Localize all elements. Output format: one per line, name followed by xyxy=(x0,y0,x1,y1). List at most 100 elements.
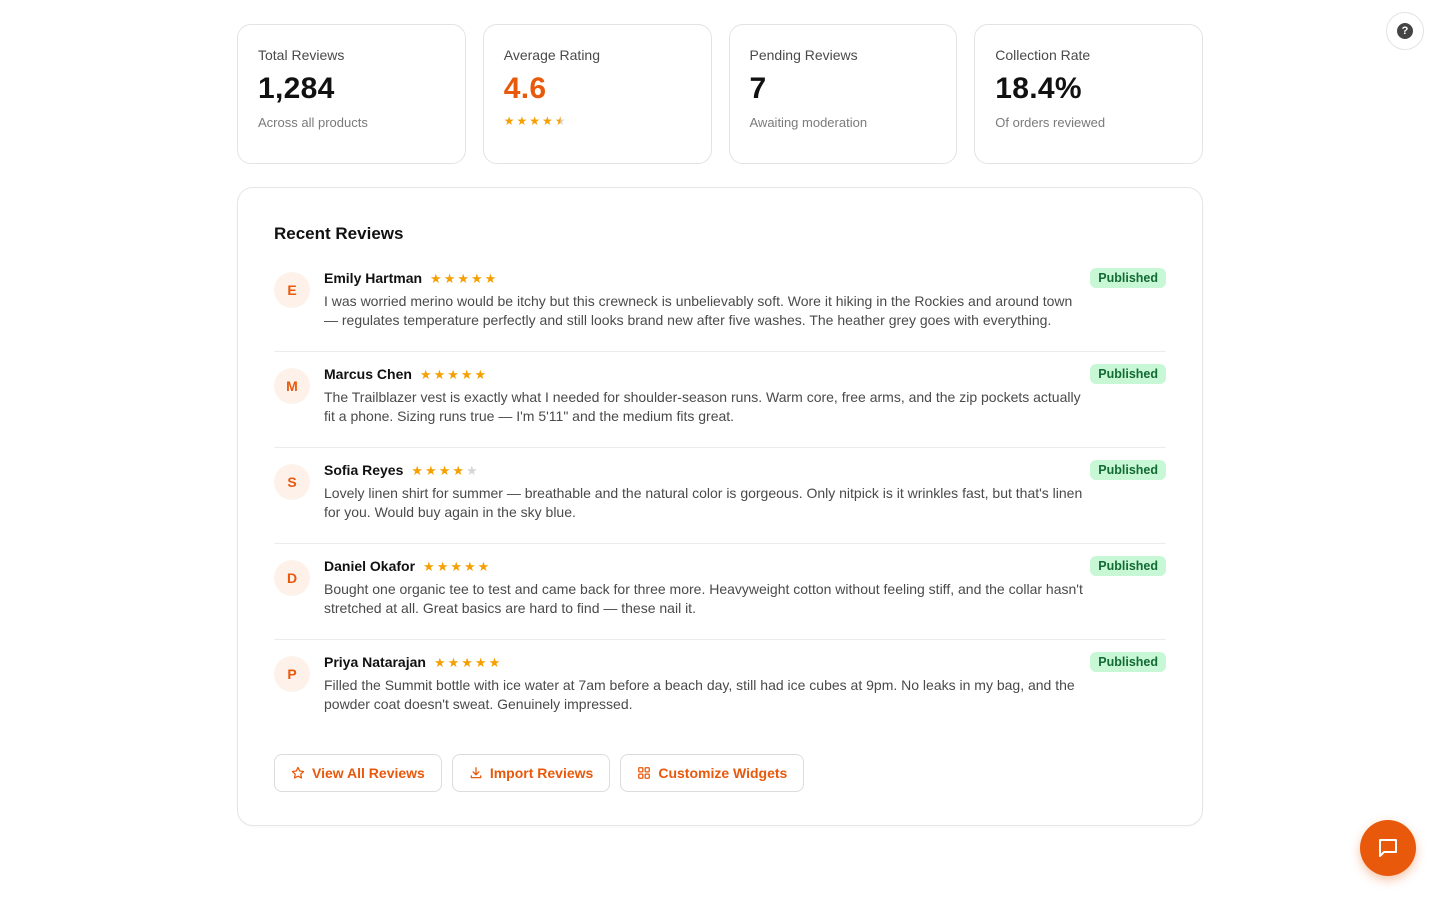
import-reviews-button[interactable]: Import Reviews xyxy=(451,754,611,792)
stat-card-average-rating: Average Rating 4.6 ★ ★ ★ ★ ★ xyxy=(482,24,712,164)
review-item: P Priya Natarajan ★ ★ ★ ★ ★ Filled the Summi… xyxy=(274,640,1166,736)
stat-sub: Awaiting moderation xyxy=(749,115,868,130)
star-icon: ★ xyxy=(430,270,442,286)
download-icon xyxy=(470,767,482,779)
stat-value: 18.4% xyxy=(995,72,1082,105)
stat-label: Collection Rate xyxy=(995,47,1091,63)
star-icon: ★ xyxy=(554,114,566,128)
button-label: View All Reviews xyxy=(312,765,425,781)
review-text: Lovely linen shirt for summer — breathab… xyxy=(324,485,1083,520)
help-circle-icon: ? xyxy=(1397,23,1413,39)
star-icon: ★ xyxy=(474,654,487,670)
stats-row: Total Reviews 1,284 Across all products … xyxy=(237,24,1203,164)
review-stars: ★ ★ ★ ★ ★ xyxy=(434,656,500,669)
stat-value: 7 xyxy=(749,72,767,105)
button-label: Customize Widgets xyxy=(658,765,788,781)
review-item: S Sofia Reyes ★ ★ ★ ★ ★ Lovely linen shirt f… xyxy=(274,448,1166,544)
review-body: Emily Hartman ★ ★ ★ ★ ★ I was worried merino… xyxy=(324,268,1084,333)
status-badge: Published xyxy=(1090,652,1166,672)
star-icon: ★ xyxy=(466,462,478,478)
star-icon: ★ xyxy=(484,270,497,286)
stat-card-total-reviews: Total Reviews 1,284 Across all products xyxy=(237,24,466,164)
star-icon: ★ xyxy=(529,114,541,128)
status-badge: Published xyxy=(1090,460,1166,480)
reviewer-name: Sofia Reyes xyxy=(324,462,404,478)
chat-button[interactable] xyxy=(1360,820,1416,876)
stat-value: 1,284 xyxy=(258,72,335,105)
avatar: M xyxy=(274,368,310,404)
review-body: Daniel Okafor ★ ★ ★ ★ ★ Bought one organic t… xyxy=(324,556,1084,621)
star-icon: ★ xyxy=(542,114,553,128)
stat-value: 4.6 xyxy=(503,72,547,105)
review-text: The Trailblazer vest is exactly what I n… xyxy=(324,389,1081,424)
avatar: E xyxy=(274,272,310,308)
rating-stars: ★ ★ ★ ★ ★ xyxy=(504,115,691,127)
review-body: Sofia Reyes ★ ★ ★ ★ ★ Lovely linen shirt for… xyxy=(324,460,1084,525)
view-all-reviews-button[interactable]: View All Reviews xyxy=(274,754,442,792)
stat-sub: Across all products xyxy=(258,115,368,130)
review-text: I was worried merino would be itchy but … xyxy=(324,293,1073,328)
reviewer-name: Daniel Okafor xyxy=(324,558,416,574)
star-icon: ★ xyxy=(433,654,446,670)
star-icon: ★ xyxy=(447,366,459,382)
star-icon: ★ xyxy=(488,654,501,670)
stat-card-collection-rate: Collection Rate 18.4% Of orders reviewed xyxy=(974,24,1203,164)
stat-label: Pending Reviews xyxy=(749,47,858,63)
star-icon: ★ xyxy=(503,114,515,128)
review-stars: ★ ★ ★ ★ ★ xyxy=(430,272,496,285)
stat-sub: Of orders reviewed xyxy=(995,115,1106,130)
review-stars: ★ ★ ★ ★ ★ xyxy=(411,464,477,477)
star-icon: ★ xyxy=(425,462,437,478)
stat-label: Average Rating xyxy=(503,47,600,63)
star-icon: ★ xyxy=(474,366,487,382)
review-body: Priya Natarajan ★ ★ ★ ★ ★ Filled the Summit … xyxy=(324,652,1084,718)
review-stars: ★ ★ ★ ★ ★ xyxy=(423,560,489,573)
review-text: Filled the Summit bottle with ice water … xyxy=(324,677,1075,712)
star-icon: ★ xyxy=(452,462,464,478)
star-icon: ★ xyxy=(516,114,528,128)
help-button[interactable]: ? xyxy=(1386,12,1424,50)
star-icon: ★ xyxy=(411,462,424,478)
review-item: E Emily Hartman ★ ★ ★ ★ ★ I was worried meri… xyxy=(274,268,1166,352)
avatar: D xyxy=(274,560,310,596)
review-header: Daniel Okafor ★ ★ ★ ★ ★ xyxy=(324,556,1084,576)
review-header: Priya Natarajan ★ ★ ★ ★ ★ xyxy=(324,652,1084,672)
star-icon: ★ xyxy=(471,270,483,286)
review-header: Sofia Reyes ★ ★ ★ ★ ★ xyxy=(324,460,1084,480)
stat-label: Total Reviews xyxy=(258,47,345,63)
reviewer-name: Emily Hartman xyxy=(324,270,423,286)
review-stars: ★ ★ ★ ★ ★ xyxy=(420,368,486,381)
star-icon: ★ xyxy=(447,654,460,670)
review-list: E Emily Hartman ★ ★ ★ ★ ★ I was worried meri… xyxy=(274,268,1166,736)
star-icon: ★ xyxy=(443,270,456,286)
star-icon: ★ xyxy=(461,654,473,670)
star-icon: ★ xyxy=(464,558,476,574)
star-icon: ★ xyxy=(477,558,490,574)
reviewer-name: Priya Natarajan xyxy=(324,654,426,670)
star-icon: ★ xyxy=(423,558,435,574)
star-icon: ★ xyxy=(457,270,470,286)
star-icon: ★ xyxy=(433,366,446,382)
recent-reviews-panel: Recent Reviews E Emily Hartman ★ ★ ★ ★ ★ I w… xyxy=(237,187,1203,826)
customize-widgets-button[interactable]: Customize Widgets xyxy=(620,754,805,792)
button-label: Import Reviews xyxy=(489,765,594,781)
review-item: D Daniel Okafor ★ ★ ★ ★ ★ Bought one organic… xyxy=(274,544,1166,640)
review-header: Marcus Chen ★ ★ ★ ★ ★ xyxy=(324,364,1084,384)
review-header: Emily Hartman ★ ★ ★ ★ ★ xyxy=(324,268,1084,288)
action-buttons: View All Reviews Import Reviews Customiz… xyxy=(274,754,1166,792)
star-icon: ★ xyxy=(450,558,462,574)
stat-card-pending-reviews: Pending Reviews 7 Awaiting moderation xyxy=(728,24,958,164)
review-item: M Marcus Chen ★ ★ ★ ★ ★ The Trailblazer vest… xyxy=(274,352,1166,448)
review-body: Marcus Chen ★ ★ ★ ★ ★ The Trailblazer vest i… xyxy=(324,364,1084,429)
star-icon: ★ xyxy=(460,366,473,382)
review-text: Bought one organic tee to test and came … xyxy=(324,581,1083,616)
star-icon: ★ xyxy=(438,462,451,478)
status-badge: Published xyxy=(1090,268,1166,288)
star-icon: ★ xyxy=(419,366,432,382)
status-badge: Published xyxy=(1090,556,1166,576)
grid-icon xyxy=(638,767,651,779)
status-badge: Published xyxy=(1090,364,1166,384)
avatar: S xyxy=(274,464,310,500)
star-outline-icon xyxy=(291,766,305,779)
chat-bubble-icon xyxy=(1379,839,1397,857)
